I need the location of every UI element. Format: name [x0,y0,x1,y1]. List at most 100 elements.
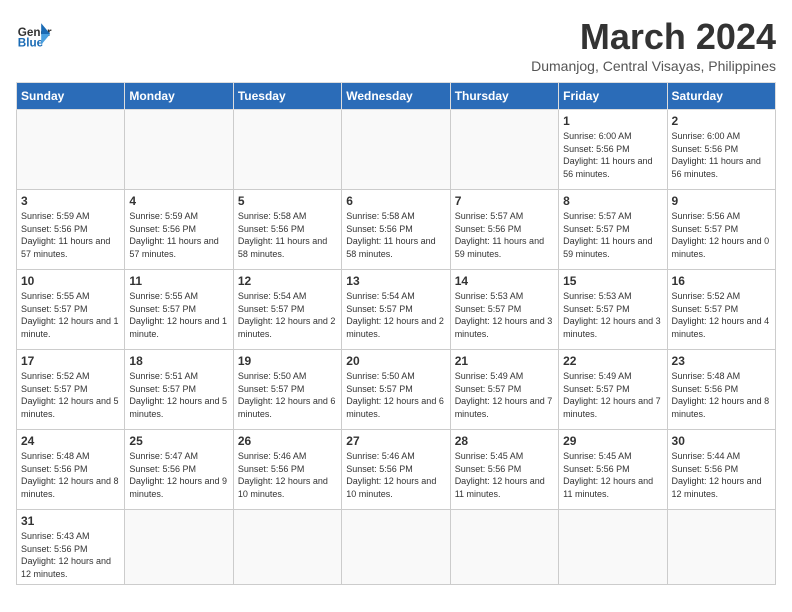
day-info: Sunrise: 5:55 AM Sunset: 5:57 PM Dayligh… [129,290,228,340]
day-number: 22 [563,354,662,368]
calendar-subtitle: Dumanjog, Central Visayas, Philippines [531,58,776,74]
header-cell-tuesday: Tuesday [233,83,341,110]
calendar-cell: 22 Sunrise: 5:49 AM Sunset: 5:57 PM Dayli… [559,350,667,430]
header-cell-thursday: Thursday [450,83,558,110]
day-info: Sunrise: 6:00 AM Sunset: 5:56 PM Dayligh… [672,130,771,180]
day-number: 5 [238,194,337,208]
calendar-cell: 20Sunrise: 5:50 AM Sunset: 5:57 PM Dayli… [342,350,450,430]
calendar-cell [233,510,341,585]
day-info: Sunrise: 6:00 AM Sunset: 5:56 PM Dayligh… [563,130,662,180]
day-info: Sunrise: 5:48 AM Sunset: 5:56 PM Dayligh… [672,370,771,420]
calendar-cell [125,110,233,190]
calendar-week-row: 31Sunrise: 5:43 AM Sunset: 5:56 PM Dayli… [17,510,776,585]
day-info: Sunrise: 5:46 AM Sunset: 5:56 PM Dayligh… [346,450,445,500]
calendar-cell: 18 Sunrise: 5:51 AM Sunset: 5:57 PM Dayli… [125,350,233,430]
calendar-body: 1 Sunrise: 6:00 AM Sunset: 5:56 PM Daylig… [17,110,776,585]
day-info: Sunrise: 5:56 AM Sunset: 5:57 PM Dayligh… [672,210,771,260]
day-info: Sunrise: 5:57 AM Sunset: 5:57 PM Dayligh… [563,210,662,260]
calendar-cell [450,110,558,190]
calendar-cell [233,110,341,190]
day-number: 11 [129,274,228,288]
calendar-cell: 16Sunrise: 5:52 AM Sunset: 5:57 PM Dayli… [667,270,775,350]
calendar-cell: 23 Sunrise: 5:48 AM Sunset: 5:56 PM Dayli… [667,350,775,430]
day-number: 20 [346,354,445,368]
day-info: Sunrise: 5:59 AM Sunset: 5:56 PM Dayligh… [129,210,228,260]
calendar-cell: 1 Sunrise: 6:00 AM Sunset: 5:56 PM Daylig… [559,110,667,190]
day-number: 30 [672,434,771,448]
calendar-cell: 4 Sunrise: 5:59 AM Sunset: 5:56 PM Daylig… [125,190,233,270]
day-number: 9 [672,194,771,208]
day-number: 4 [129,194,228,208]
day-info: Sunrise: 5:44 AM Sunset: 5:56 PM Dayligh… [672,450,771,500]
header-cell-friday: Friday [559,83,667,110]
calendar-cell: 3Sunrise: 5:59 AM Sunset: 5:56 PM Daylig… [17,190,125,270]
day-number: 17 [21,354,120,368]
day-number: 15 [563,274,662,288]
logo: General Blue [16,16,52,52]
calendar-cell [17,110,125,190]
header-cell-saturday: Saturday [667,83,775,110]
calendar-cell [342,110,450,190]
header-row: SundayMondayTuesdayWednesdayThursdayFrid… [17,83,776,110]
logo-icon: General Blue [16,16,52,52]
day-info: Sunrise: 5:45 AM Sunset: 5:56 PM Dayligh… [563,450,662,500]
calendar-cell: 10Sunrise: 5:55 AM Sunset: 5:57 PM Dayli… [17,270,125,350]
day-info: Sunrise: 5:58 AM Sunset: 5:56 PM Dayligh… [238,210,337,260]
day-info: Sunrise: 5:47 AM Sunset: 5:56 PM Dayligh… [129,450,228,500]
day-info: Sunrise: 5:51 AM Sunset: 5:57 PM Dayligh… [129,370,228,420]
day-number: 7 [455,194,554,208]
title-area: March 2024 Dumanjog, Central Visayas, Ph… [531,16,776,74]
day-info: Sunrise: 5:43 AM Sunset: 5:56 PM Dayligh… [21,530,120,580]
calendar-week-row: 24 Sunrise: 5:48 AM Sunset: 5:56 PM Dayli… [17,430,776,510]
header-cell-wednesday: Wednesday [342,83,450,110]
day-info: Sunrise: 5:54 AM Sunset: 5:57 PM Dayligh… [238,290,337,340]
calendar-cell: 14 Sunrise: 5:53 AM Sunset: 5:57 PM Dayli… [450,270,558,350]
day-number: 21 [455,354,554,368]
day-number: 24 [21,434,120,448]
calendar-cell: 13 Sunrise: 5:54 AM Sunset: 5:57 PM Dayli… [342,270,450,350]
calendar-cell: 19 Sunrise: 5:50 AM Sunset: 5:57 PM Dayli… [233,350,341,430]
calendar-cell: 12 Sunrise: 5:54 AM Sunset: 5:57 PM Dayli… [233,270,341,350]
day-number: 14 [455,274,554,288]
day-number: 19 [238,354,337,368]
calendar-cell: 2 Sunrise: 6:00 AM Sunset: 5:56 PM Daylig… [667,110,775,190]
day-number: 12 [238,274,337,288]
calendar-cell: 9 Sunrise: 5:56 AM Sunset: 5:57 PM Daylig… [667,190,775,270]
header-cell-monday: Monday [125,83,233,110]
day-number: 10 [21,274,120,288]
calendar-title: March 2024 [531,16,776,58]
day-info: Sunrise: 5:49 AM Sunset: 5:57 PM Dayligh… [563,370,662,420]
day-number: 18 [129,354,228,368]
calendar-week-row: 3 Sunrise: 5:59 AM Sunset: 5:56 PM Daylig… [17,190,776,270]
day-info: Sunrise: 5:45 AM Sunset: 5:56 PM Dayligh… [455,450,554,500]
day-number: 27 [346,434,445,448]
day-number: 13 [346,274,445,288]
day-info: Sunrise: 5:50 AM Sunset: 5:57 PM Dayligh… [238,370,337,420]
day-info: Sunrise: 5:52 AM Sunset: 5:57 PM Dayligh… [672,290,771,340]
day-info: Sunrise: 5:48 AM Sunset: 5:56 PM Dayligh… [21,450,120,500]
day-number: 3 [21,194,120,208]
calendar-cell: 5 Sunrise: 5:58 AM Sunset: 5:56 PM Daylig… [233,190,341,270]
calendar-cell: 6Sunrise: 5:58 AM Sunset: 5:56 PM Daylig… [342,190,450,270]
calendar-cell: 25 Sunrise: 5:47 AM Sunset: 5:56 PM Dayli… [125,430,233,510]
day-info: Sunrise: 5:54 AM Sunset: 5:57 PM Dayligh… [346,290,445,340]
header: General Blue March 2024 Dumanjog, Centra… [16,16,776,74]
calendar-cell [559,510,667,585]
day-info: Sunrise: 5:49 AM Sunset: 5:57 PM Dayligh… [455,370,554,420]
calendar-cell: 27 Sunrise: 5:46 AM Sunset: 5:56 PM Dayli… [342,430,450,510]
calendar-cell: 30 Sunrise: 5:44 AM Sunset: 5:56 PM Dayli… [667,430,775,510]
calendar-cell: 26Sunrise: 5:46 AM Sunset: 5:56 PM Dayli… [233,430,341,510]
calendar-week-row: 10 Sunrise: 5:55 AM Sunset: 5:57 PM Dayli… [17,270,776,350]
day-number: 2 [672,114,771,128]
day-number: 23 [672,354,771,368]
day-info: Sunrise: 5:57 AM Sunset: 5:56 PM Dayligh… [455,210,554,260]
calendar-week-row: 17Sunrise: 5:52 AM Sunset: 5:57 PM Dayli… [17,350,776,430]
day-info: Sunrise: 5:58 AM Sunset: 5:56 PM Dayligh… [346,210,445,260]
day-number: 25 [129,434,228,448]
calendar-cell: 17Sunrise: 5:52 AM Sunset: 5:57 PM Dayli… [17,350,125,430]
calendar-cell: 15Sunrise: 5:53 AM Sunset: 5:57 PM Dayli… [559,270,667,350]
day-number: 29 [563,434,662,448]
day-number: 1 [563,114,662,128]
day-number: 26 [238,434,337,448]
day-info: Sunrise: 5:53 AM Sunset: 5:57 PM Dayligh… [455,290,554,340]
